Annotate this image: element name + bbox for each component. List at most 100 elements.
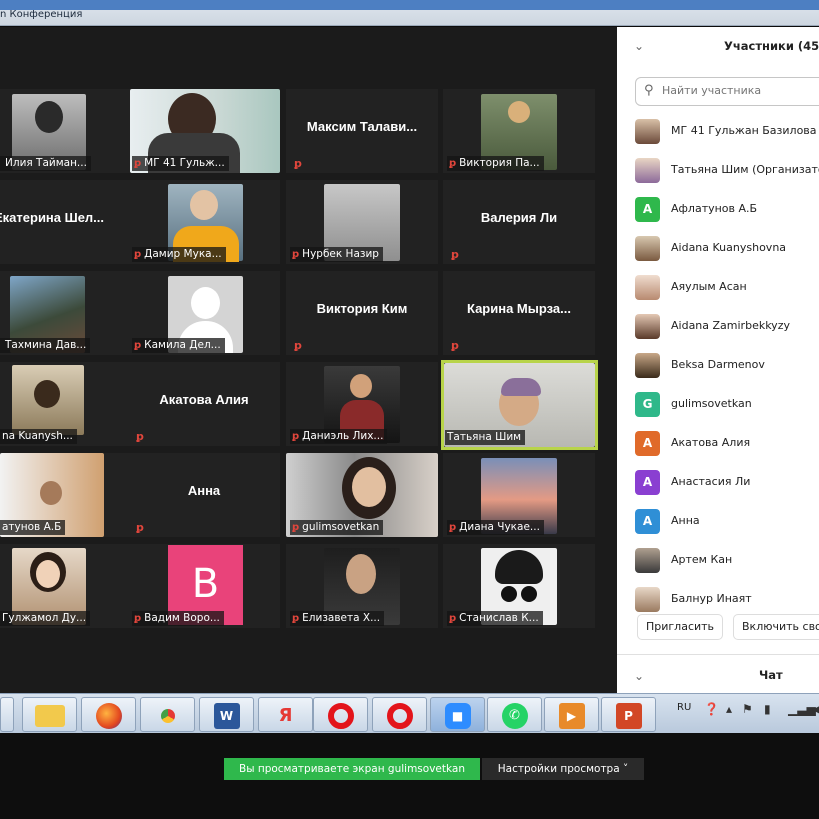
photo-head — [350, 374, 372, 398]
media-player-taskbar-button[interactable]: ▶ — [544, 697, 599, 732]
yandex-icon: Я — [278, 705, 293, 726]
chrome-icon — [155, 703, 181, 729]
active-speaker-tile[interactable]: Татьяна Шим — [441, 360, 598, 450]
muted-mic-icon: ꝑ — [294, 339, 302, 352]
window-titlebar: n Конференция — [0, 0, 819, 26]
video-tile[interactable]: Максим Талави... ꝑ — [286, 89, 438, 173]
name-label: ꝑ Даниэль Лих... — [290, 429, 388, 444]
muted-mic-icon: ꝑ — [292, 613, 300, 624]
participant-avatar: G — [635, 392, 660, 417]
participant-name: Валерия Ли — [480, 210, 558, 225]
participant-name: Татьяна Шим (Организато — [671, 163, 819, 176]
network-icon[interactable]: ▮ — [764, 702, 771, 716]
opera-icon — [327, 703, 354, 729]
video-tile[interactable]: ꝑ gulimsovetkan — [286, 453, 438, 537]
video-tile[interactable]: ꝑ Нурбек Назир — [286, 180, 438, 264]
participant-avatar: A — [635, 197, 660, 222]
name-label: ꝑ Дамир Мука... — [132, 247, 226, 262]
chrome-taskbar-button[interactable] — [140, 697, 195, 732]
name-label: Гулжамол Ду... — [0, 611, 91, 626]
participant-row[interactable]: Аяулым Асан — [617, 269, 819, 307]
chat-section-header[interactable]: ⌄ Чат — [617, 654, 819, 693]
video-tile[interactable]: Валерия Ли ꝑ — [443, 180, 595, 264]
invite-button[interactable]: Пригласить — [637, 614, 724, 640]
volume-icon[interactable]: ◀ — [812, 702, 819, 716]
explorer-taskbar-button[interactable] — [22, 697, 77, 732]
windows-taskbar: W Я ■ ✆ ▶ P RU ❓ ▴ ⚑ ▮ ▁▃▅ ◀ — [0, 693, 819, 733]
participant-row[interactable]: Aidana Zamirbekkyzy — [617, 308, 819, 346]
participant-name: Анна — [671, 514, 700, 527]
participant-row[interactable]: Aidana Kuanyshovna — [617, 230, 819, 268]
participant-row[interactable]: G gulimsovetkan — [617, 386, 819, 424]
photo-face — [352, 467, 386, 507]
participant-avatar — [635, 548, 660, 573]
participant-row[interactable]: Татьяна Шим (Организато — [617, 152, 819, 190]
photo-face — [36, 560, 60, 588]
word-taskbar-button[interactable]: W — [199, 697, 254, 732]
video-tile[interactable]: Виктория Ким ꝑ — [286, 271, 438, 355]
video-tile[interactable]: ꝑ Камила Дел... — [128, 271, 280, 355]
video-tile[interactable]: Акатова Алия ꝑ — [128, 362, 280, 446]
participants-header: ⌄ Участники (45) — [617, 27, 819, 65]
name-label: Илия Тайман... — [0, 156, 91, 171]
participant-row[interactable]: A Акатова Алия — [617, 425, 819, 463]
language-indicator[interactable]: RU — [677, 702, 691, 713]
chevron-down-icon[interactable]: ⌄ — [634, 669, 644, 683]
video-tile[interactable]: B ꝑ Вадим Воро... — [128, 544, 280, 628]
participant-row[interactable]: A Афлатунов А.Б — [617, 191, 819, 229]
participant-row[interactable]: A Анна — [617, 503, 819, 541]
participant-avatar — [635, 236, 660, 261]
participant-name: Максим Талави... — [306, 119, 418, 134]
unmute-self-button[interactable]: Включить свой — [733, 614, 819, 640]
participant-name: Виктория Ким — [316, 301, 408, 316]
firefox-taskbar-button[interactable] — [81, 697, 136, 732]
muted-mic-icon: ꝑ — [449, 522, 457, 533]
video-tile[interactable]: ꝑ МГ 41 Гульж... — [128, 89, 280, 173]
name-label: ꝑ Вадим Воро... — [132, 611, 224, 626]
muted-mic-icon: ꝑ — [451, 339, 459, 352]
video-tile[interactable]: ꝑ Елизавета Х... — [286, 544, 438, 628]
video-tile[interactable]: ꝑ Дамир Мука... — [128, 180, 280, 264]
participant-name: Аяулым Асан — [671, 280, 747, 293]
participant-name: Акатова Алия — [159, 392, 249, 407]
system-tray: ❓ ▴ ⚑ ▮ ▁▃▅ ◀ — [704, 700, 819, 726]
participant-row[interactable]: МГ 41 Гульжан Базилова ( — [617, 113, 819, 151]
video-tile[interactable]: Анна ꝑ — [128, 453, 280, 537]
participant-name: Акатова Алия — [671, 436, 751, 449]
participant-avatar — [635, 314, 660, 339]
participant-row[interactable]: Beksa Darmenov — [617, 347, 819, 385]
participant-name: Афлатунов А.Б — [671, 202, 758, 215]
whatsapp-taskbar-button[interactable]: ✆ — [487, 697, 542, 732]
photo-head — [40, 481, 62, 505]
participant-name: gulimsovetkan — [671, 397, 752, 410]
zoom-taskbar-button[interactable]: ■ — [430, 697, 485, 732]
participant-avatar — [635, 158, 660, 183]
chevron-down-icon[interactable]: ⌄ — [634, 39, 644, 53]
video-tile[interactable]: ꝑ Станислав К... — [443, 544, 595, 628]
muted-mic-icon: ꝑ — [292, 249, 300, 260]
search-participant-box[interactable]: ⚲ — [635, 77, 819, 106]
yandex-taskbar-button[interactable]: Я — [258, 697, 313, 732]
video-tile[interactable]: ꝑ Диана Чукае... — [443, 453, 595, 537]
participants-title: Участники (45) — [724, 39, 819, 53]
search-input[interactable] — [662, 84, 819, 97]
opera-taskbar-button[interactable] — [313, 697, 368, 732]
view-options-button[interactable]: Настройки просмотра ˅ — [482, 758, 644, 780]
participant-row[interactable]: Артем Кан — [617, 542, 819, 580]
help-icon[interactable]: ❓ — [704, 702, 719, 716]
flag-icon[interactable]: ⚑ — [742, 702, 753, 716]
powerpoint-icon: P — [615, 703, 642, 729]
opera-taskbar-button-2[interactable] — [372, 697, 427, 732]
opera-icon — [386, 703, 413, 729]
participant-name: Анастасия Ли — [671, 475, 751, 488]
video-tile[interactable]: ꝑ Виктория Па... — [443, 89, 595, 173]
photo-glasses — [521, 586, 537, 602]
participant-row[interactable]: A Анастасия Ли — [617, 464, 819, 502]
video-tile[interactable]: Карина Мырза... ꝑ — [443, 271, 595, 355]
tray-arrow-icon[interactable]: ▴ — [726, 702, 732, 716]
photo-head — [508, 101, 530, 123]
video-tile[interactable]: ꝑ Даниэль Лих... — [286, 362, 438, 446]
participant-name: МГ 41 Гульжан Базилова ( — [671, 124, 819, 137]
participant-name: Aidana Zamirbekkyzy — [671, 319, 790, 332]
powerpoint-taskbar-button[interactable]: P — [601, 697, 656, 732]
